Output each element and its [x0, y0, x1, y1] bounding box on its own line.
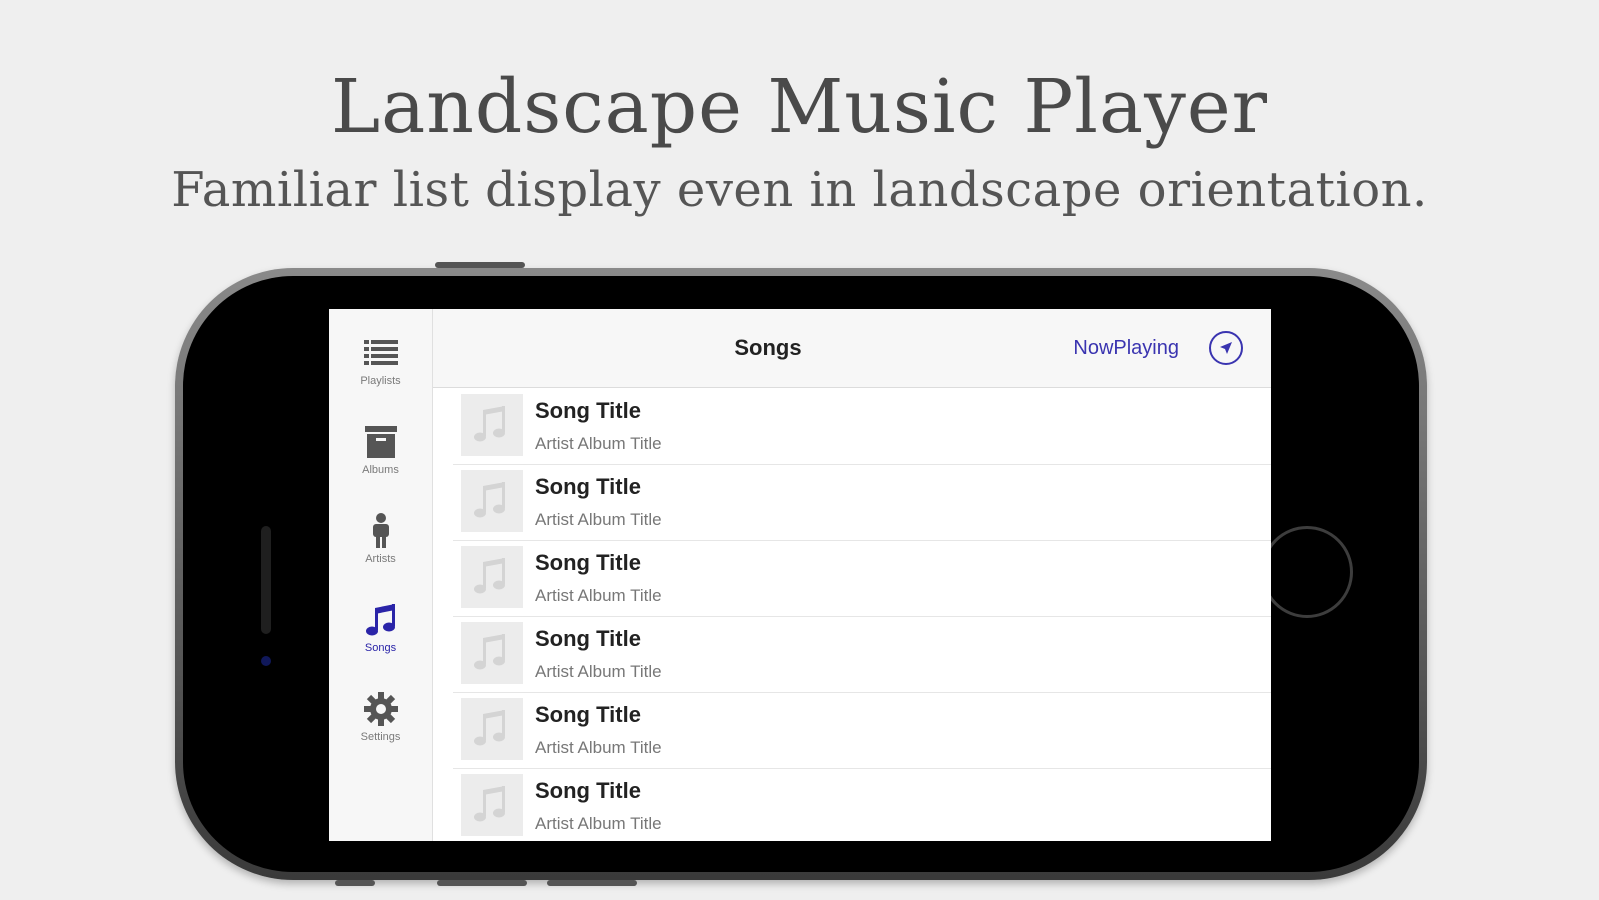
location-arrow-icon [1220, 342, 1232, 354]
volume-up-button [437, 880, 527, 886]
song-subtitle: Artist Album Title [535, 738, 662, 757]
page-title: Landscape Music Player [330, 64, 1269, 150]
album-art-placeholder [461, 698, 523, 760]
tab-albums[interactable]: Albums [329, 408, 432, 488]
location-button[interactable] [1209, 331, 1243, 365]
now-playing-button[interactable]: NowPlaying [1073, 309, 1179, 387]
album-art-placeholder [461, 622, 523, 684]
song-subtitle: Artist Album Title [535, 434, 662, 453]
list-item[interactable]: Song Title Artist Album Title [453, 616, 1271, 693]
music-note-icon [474, 786, 505, 822]
tab-bar: Playlists Albums Artists Songs Settings [329, 309, 433, 841]
song-title: Song Title [535, 778, 641, 803]
song-subtitle: Artist Album Title [535, 662, 662, 681]
song-title: Song Title [535, 398, 641, 423]
tab-label: Albums [362, 464, 399, 476]
song-title: Song Title [535, 702, 641, 727]
album-art-placeholder [461, 470, 523, 532]
song-title: Song Title [535, 626, 641, 651]
tab-settings[interactable]: Settings [329, 675, 432, 755]
volume-down-button [547, 880, 637, 886]
home-button[interactable] [1261, 526, 1353, 618]
person-icon [372, 513, 389, 548]
song-subtitle: Artist Album Title [535, 586, 662, 605]
album-box-icon [364, 426, 397, 458]
list-item[interactable]: Song Title Artist Album Title [453, 692, 1271, 769]
list-item[interactable]: Song Title Artist Album Title [453, 768, 1271, 841]
tab-label: Songs [364, 642, 397, 654]
list-item[interactable]: Song Title Artist Album Title [453, 464, 1271, 541]
song-title: Song Title [535, 474, 641, 499]
song-subtitle: Artist Album Title [535, 814, 662, 833]
list-icon [363, 340, 398, 365]
tab-label: Settings [360, 731, 401, 743]
music-note-icon [365, 604, 395, 636]
tab-label: Playlists [360, 375, 401, 387]
phone-screen: Playlists Albums Artists Songs Settings … [329, 309, 1271, 841]
song-title: Song Title [535, 550, 641, 575]
page-subtitle: Familiar list display even in landscape … [171, 162, 1428, 218]
tab-artists[interactable]: Artists [329, 497, 432, 577]
tab-playlists[interactable]: Playlists [329, 319, 432, 399]
list-item[interactable]: Song Title Artist Album Title [453, 388, 1271, 465]
music-note-icon [474, 634, 505, 670]
volume-button [435, 262, 525, 268]
album-art-placeholder [461, 774, 523, 836]
tab-label: Artists [365, 553, 396, 565]
list-item[interactable]: Song Title Artist Album Title [453, 540, 1271, 617]
front-camera [261, 656, 271, 666]
mute-switch [335, 880, 375, 886]
album-art-placeholder [461, 546, 523, 608]
song-subtitle: Artist Album Title [535, 510, 662, 529]
nav-title: Songs [734, 335, 802, 360]
speaker-grille [261, 526, 271, 634]
music-note-icon [474, 406, 505, 442]
tab-songs[interactable]: Songs [329, 586, 432, 666]
album-art-placeholder [461, 394, 523, 456]
song-list: Song Title Artist Album Title Song Title… [453, 388, 1271, 841]
nav-bar: Songs NowPlaying [433, 309, 1271, 388]
gear-icon [363, 692, 398, 726]
music-note-icon [474, 558, 505, 594]
music-note-icon [474, 482, 505, 518]
music-note-icon [474, 710, 505, 746]
